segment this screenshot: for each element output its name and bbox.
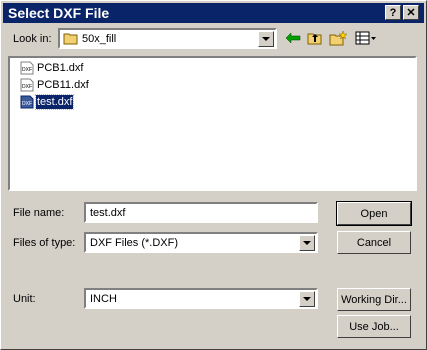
file-name: PCB11.dxf [37,79,89,91]
svg-text:DXF: DXF [22,67,32,73]
working-dir-button[interactable]: Working Dir... [337,288,411,311]
unit-dropdown-button[interactable] [299,291,315,307]
new-folder-icon [329,30,347,46]
close-icon: ✕ [406,7,416,19]
filetype-value: DXF Files (*.DXF) [90,237,178,249]
chevron-down-icon [303,241,311,245]
filetype-select[interactable]: DXF Files (*.DXF) [84,232,318,253]
open-button[interactable]: Open [336,201,412,226]
view-menu-button[interactable] [354,29,378,47]
file-list[interactable]: DXF PCB1.dxf DXF PCB11.dxf DXF test.dxf [8,56,417,191]
select-dxf-dialog: Select DXF File ? ✕ Look in: 50x_fill DX… [0,0,427,350]
svg-text:DXF: DXF [22,84,32,90]
cancel-button[interactable]: Cancel [337,231,411,254]
unit-label: Unit: [13,293,36,305]
open-button-label: Open [360,207,388,220]
dxf-file-icon: DXF [20,61,34,75]
file-item[interactable]: DXF PCB1.dxf [20,60,84,76]
file-item[interactable]: DXF PCB11.dxf [20,77,90,93]
back-button[interactable] [284,29,302,47]
lookin-label: Look in: [13,33,52,45]
chevron-down-icon [303,297,311,301]
back-arrow-icon [285,32,301,44]
cancel-button-label: Cancel [356,236,392,249]
filename-value: test.dxf [90,207,126,219]
filename-input[interactable]: test.dxf [84,202,318,223]
file-name: test.dxf [34,94,75,110]
close-button[interactable]: ✕ [403,5,419,20]
file-name: PCB1.dxf [37,62,84,74]
svg-text:DXF: DXF [22,101,32,107]
dxf-file-icon: DXF [20,95,34,109]
unit-value: INCH [90,293,117,305]
up-folder-icon [307,33,322,45]
chevron-down-icon [262,37,270,41]
window-title: Select DXF File [8,5,110,21]
use-job-button[interactable]: Use Job... [337,315,411,338]
help-button[interactable]: ? [385,5,401,20]
new-folder-button[interactable] [329,29,347,47]
list-view-icon [355,31,376,45]
lookin-dropdown-button[interactable] [258,31,274,47]
dxf-file-icon: DXF [20,78,34,92]
filetype-label: Files of type: [13,237,76,249]
working-dir-button-label: Working Dir... [341,293,407,306]
use-job-button-label: Use Job... [349,320,399,333]
up-folder-button[interactable] [306,29,324,47]
help-icon: ? [389,6,397,19]
filename-label: File name: [13,207,65,219]
file-item-selected[interactable]: DXF test.dxf [20,94,75,110]
title-bar: Select DXF File ? ✕ [3,3,424,23]
folder-icon [63,33,78,45]
lookin-value: 50x_fill [82,33,117,45]
filetype-dropdown-button[interactable] [299,235,315,251]
lookin-combo[interactable]: 50x_fill [58,28,277,49]
unit-select[interactable]: INCH [84,288,318,309]
